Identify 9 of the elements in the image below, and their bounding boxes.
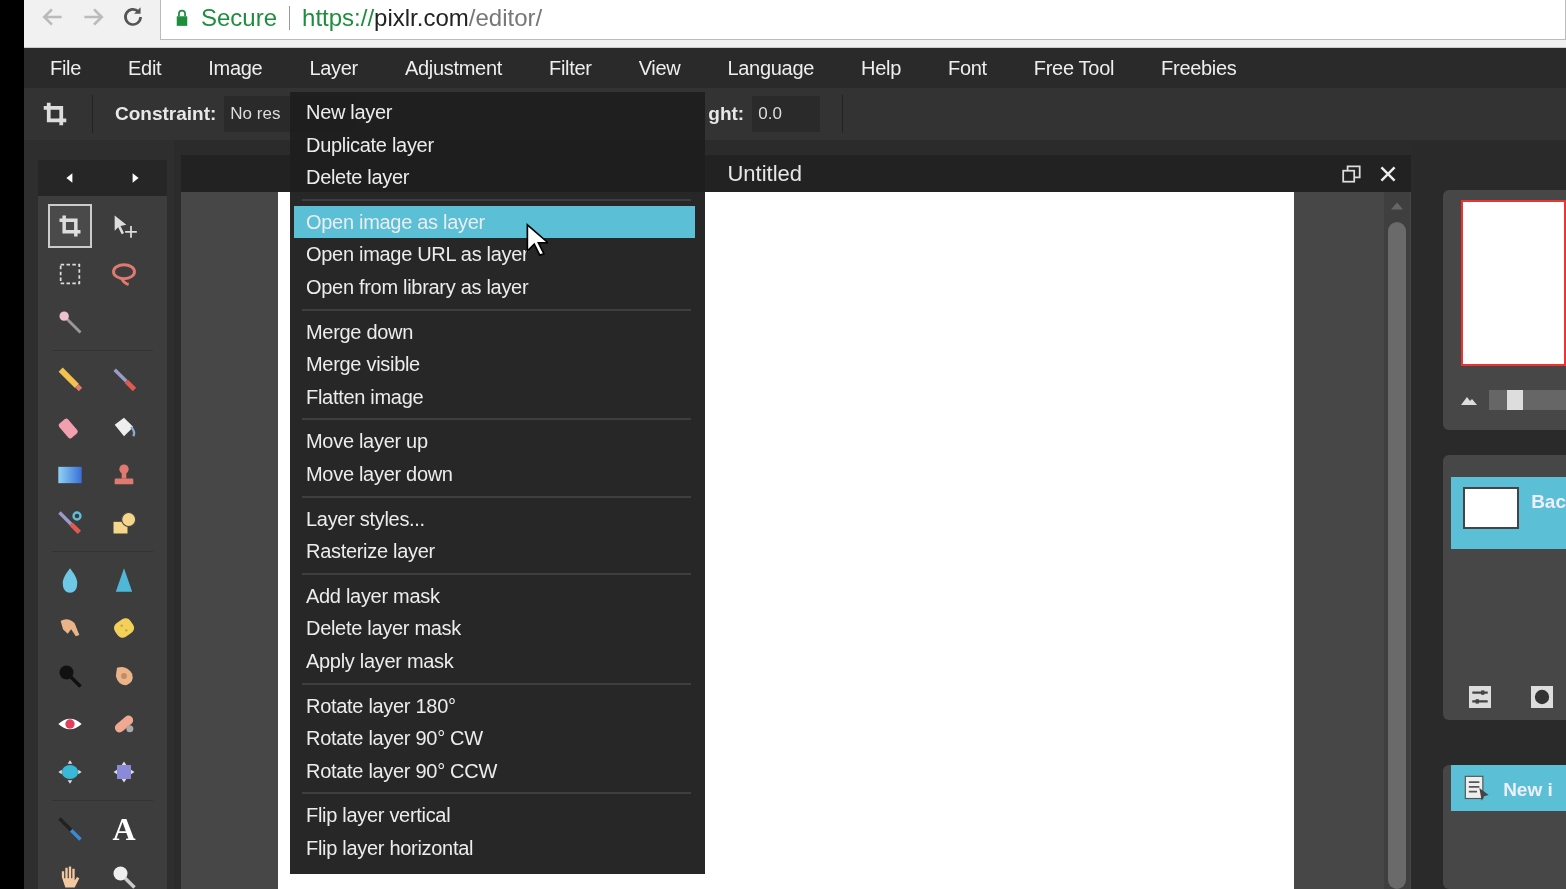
height-label: ght: [708, 103, 745, 125]
url-scheme: https:// [302, 4, 375, 32]
url-host: pixlr.com [374, 4, 469, 32]
history-label: New i [1503, 778, 1553, 801]
document-title: Untitled [727, 160, 804, 187]
constraint-label: Constraint: [115, 103, 217, 125]
layer-name: Bac [1531, 490, 1566, 513]
url-path: /editor/ [468, 4, 543, 32]
security-label: Secure [201, 4, 278, 32]
